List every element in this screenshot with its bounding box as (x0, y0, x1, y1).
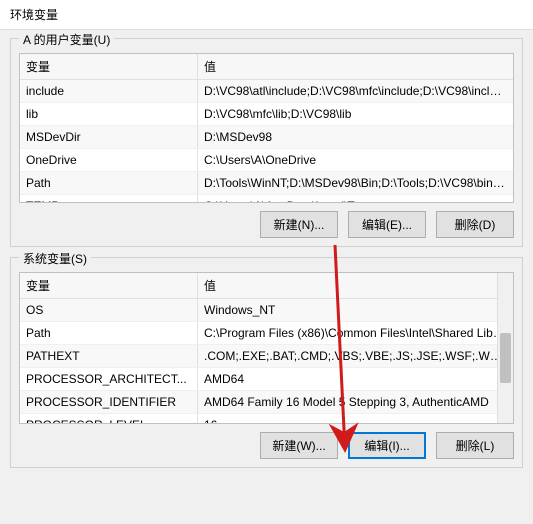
system-edit-button[interactable]: 编辑(I)... (348, 432, 426, 459)
system-vars-table[interactable]: 变量 值 OSWindows_NT PathC:\Program Files (… (19, 272, 514, 424)
table-row[interactable]: MSDevDirD:\MSDev98 (20, 126, 513, 149)
col-header-val[interactable]: 值 (198, 54, 513, 79)
user-vars-group: A 的用户变量(U) 变量 值 includeD:\VC98\atl\inclu… (10, 38, 523, 247)
table-row[interactable]: PROCESSOR_IDENTIFIERAMD64 Family 16 Mode… (20, 391, 513, 414)
table-row[interactable]: PATHEXT.COM;.EXE;.BAT;.CMD;.VBS;.VBE;.JS… (20, 345, 513, 368)
system-scrollbar[interactable] (497, 273, 513, 423)
user-vars-label: A 的用户变量(U) (19, 31, 114, 48)
table-row[interactable]: PROCESSOR_ARCHITECT...AMD64 (20, 368, 513, 391)
scrollbar-thumb[interactable] (500, 333, 511, 383)
table-row[interactable]: PathC:\Program Files (x86)\Common Files\… (20, 322, 513, 345)
user-edit-button[interactable]: 编辑(E)... (348, 211, 426, 238)
table-row[interactable]: libD:\VC98\mfc\lib;D:\VC98\lib (20, 103, 513, 126)
user-vars-body: includeD:\VC98\atl\include;D:\VC98\mfc\i… (20, 80, 513, 203)
system-vars-group: 系统变量(S) 变量 值 OSWindows_NT PathC:\Program… (10, 257, 523, 468)
system-vars-header: 变量 值 (20, 273, 513, 299)
table-row[interactable]: TEMPC:\Users\A\AppData\Local\Temp (20, 195, 513, 203)
table-row[interactable]: OSWindows_NT (20, 299, 513, 322)
col-header-val[interactable]: 值 (198, 273, 513, 298)
col-header-var[interactable]: 变量 (20, 273, 198, 298)
system-new-button[interactable]: 新建(W)... (260, 432, 338, 459)
table-row[interactable]: includeD:\VC98\atl\include;D:\VC98\mfc\i… (20, 80, 513, 103)
col-header-var[interactable]: 变量 (20, 54, 198, 79)
system-vars-label: 系统变量(S) (19, 250, 91, 267)
dialog-title: 环境变量 (0, 0, 533, 30)
table-row[interactable]: PROCESSOR_LEVEL16 (20, 414, 513, 424)
system-vars-body: OSWindows_NT PathC:\Program Files (x86)\… (20, 299, 513, 424)
user-vars-table[interactable]: 变量 值 includeD:\VC98\atl\include;D:\VC98\… (19, 53, 514, 203)
table-row[interactable]: OneDriveC:\Users\A\OneDrive (20, 149, 513, 172)
user-vars-header: 变量 值 (20, 54, 513, 80)
user-delete-button[interactable]: 删除(D) (436, 211, 514, 238)
system-delete-button[interactable]: 删除(L) (436, 432, 514, 459)
table-row[interactable]: PathD:\Tools\WinNT;D:\MSDev98\Bin;D:\Too… (20, 172, 513, 195)
user-new-button[interactable]: 新建(N)... (260, 211, 338, 238)
